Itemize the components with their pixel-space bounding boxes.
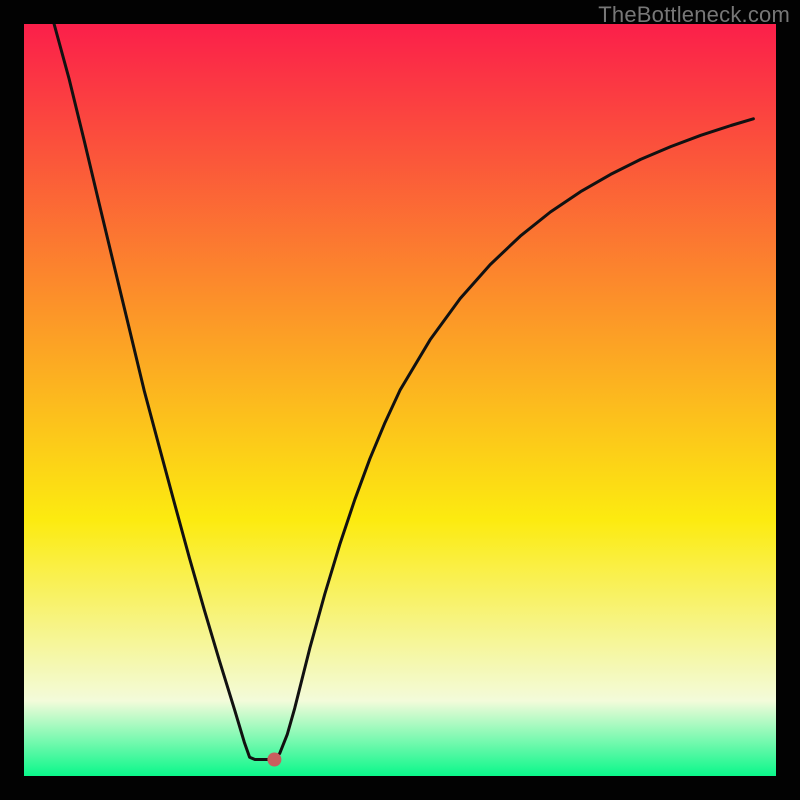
bottleneck-chart xyxy=(0,0,800,800)
watermark-text: TheBottleneck.com xyxy=(598,2,790,28)
chart-container: TheBottleneck.com xyxy=(0,0,800,800)
operating-point-marker xyxy=(267,753,281,767)
plot-gradient-background xyxy=(24,24,776,776)
